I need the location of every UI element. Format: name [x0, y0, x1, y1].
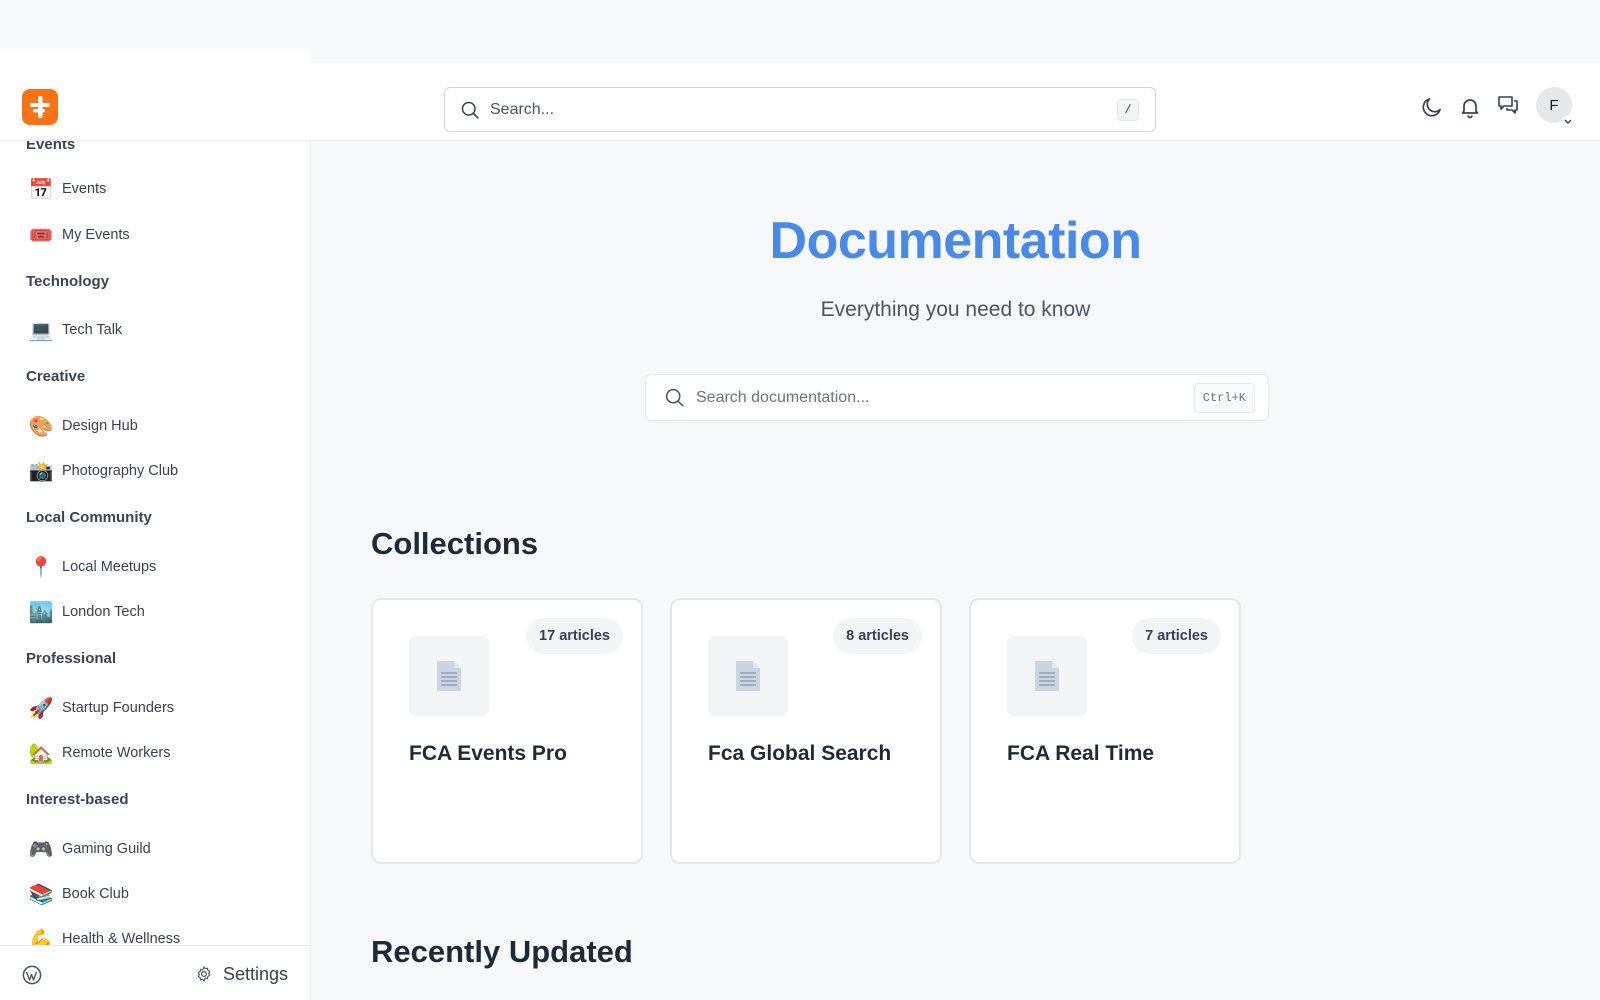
collection-title: FCA Events Pro [409, 742, 567, 765]
sidebar-item-tech-talk[interactable]: 💻 Tech Talk [26, 312, 296, 348]
sidebar-footer: Settings [0, 945, 311, 1000]
article-count-badge: 8 articles [833, 618, 922, 654]
books-icon: 📚 [28, 883, 54, 906]
collection-card[interactable]: 17 articles FCA Events Pro [371, 598, 643, 864]
document-icon [437, 661, 461, 691]
sidebar-item-label: Book Club [62, 886, 129, 902]
collection-title: FCA Real Time [1007, 742, 1155, 765]
sidebar-group-creative: Creative [26, 368, 86, 385]
chat-icon[interactable] [1496, 93, 1520, 117]
sidebar-item-label: Photography Club [62, 463, 179, 479]
search-icon [461, 101, 479, 119]
logo-icon [30, 96, 50, 118]
house-icon: 🏡 [28, 742, 54, 765]
collection-card[interactable]: 7 articles FCA Real Time [969, 598, 1241, 864]
sidebar-item-label: Remote Workers [62, 745, 171, 761]
sidebar-item-design-hub[interactable]: 🎨 Design Hub [26, 408, 296, 444]
global-search[interactable]: / [444, 87, 1156, 132]
document-tile [409, 636, 489, 716]
recently-updated-heading: Recently Updated [371, 934, 633, 969]
sidebar-item-london-tech[interactable]: 🏙️ London Tech [26, 594, 296, 630]
document-icon [1035, 661, 1059, 691]
bell-icon[interactable] [1458, 95, 1482, 119]
global-search-input[interactable] [490, 100, 1117, 119]
ticket-icon: 🎟️ [28, 224, 54, 247]
sidebar-top-cap [0, 49, 311, 63]
top-bar: / F [0, 0, 1600, 141]
sidebar-group-events: Events [26, 141, 76, 153]
sidebar-item-photography-club[interactable]: 📸 Photography Club [26, 453, 296, 489]
search-shortcut-key: / [1117, 98, 1139, 121]
collection-card[interactable]: 8 articles Fca Global Search [670, 598, 942, 864]
sidebar-group-technology: Technology [26, 273, 110, 290]
search-icon [665, 388, 684, 407]
sidebar-item-my-events[interactable]: 🎟️ My Events [26, 217, 296, 253]
laptop-icon: 💻 [28, 319, 54, 342]
collections-heading: Collections [371, 526, 539, 561]
document-icon [736, 661, 760, 691]
sidebar-item-label: Events [62, 181, 107, 197]
header: / F [0, 49, 1600, 141]
article-count-badge: 7 articles [1132, 618, 1221, 654]
city-icon: 🏙️ [28, 601, 54, 624]
pin-icon: 📍 [28, 556, 54, 579]
wordpress-icon[interactable] [22, 965, 42, 985]
sidebar-item-label: Design Hub [62, 418, 138, 434]
palette-icon: 🎨 [28, 415, 54, 438]
sidebar-item-label: Tech Talk [62, 322, 123, 338]
settings-button[interactable]: Settings [195, 960, 288, 988]
calendar-icon: 📅 [28, 178, 54, 201]
sidebar-item-label: Local Meetups [62, 559, 157, 575]
settings-label: Settings [223, 963, 289, 984]
moon-icon[interactable] [1420, 95, 1444, 119]
sidebar: Events 📅 Events 🎟️ My Events Technology … [0, 141, 311, 1000]
sidebar-item-label: My Events [62, 227, 130, 243]
document-tile [1007, 636, 1087, 716]
sidebar-item-local-meetups[interactable]: 📍 Local Meetups [26, 549, 296, 585]
documentation-search-input[interactable] [696, 388, 1194, 407]
documentation-search[interactable]: Ctrl+K [645, 374, 1269, 421]
app-logo[interactable] [22, 89, 58, 125]
sidebar-item-label: London Tech [62, 604, 145, 620]
sidebar-item-book-club[interactable]: 📚 Book Club [26, 876, 296, 912]
document-tile [708, 636, 788, 716]
chevron-down-icon[interactable] [1562, 115, 1574, 127]
sidebar-group-professional: Professional [26, 650, 117, 667]
sidebar-item-startup-founders[interactable]: 🚀 Startup Founders [26, 690, 296, 726]
sidebar-item-label: Gaming Guild [62, 841, 151, 857]
sidebar-item-remote-workers[interactable]: 🏡 Remote Workers [26, 735, 296, 771]
camera-icon: 📸 [28, 460, 54, 483]
search-shortcut-key: Ctrl+K [1193, 382, 1255, 413]
page-title: Documentation [769, 212, 1142, 270]
sidebar-group-local-community: Local Community [26, 509, 152, 526]
sidebar-item-gaming-guild[interactable]: 🎮 Gaming Guild [26, 831, 296, 867]
gamepad-icon: 🎮 [28, 838, 54, 861]
main-content: Documentation Everything you need to kno… [311, 141, 1600, 1000]
sidebar-item-events[interactable]: 📅 Events [26, 171, 296, 207]
article-count-badge: 17 articles [526, 618, 623, 654]
rocket-icon: 🚀 [28, 697, 54, 720]
collection-title: Fca Global Search [708, 742, 892, 765]
sidebar-item-label: Startup Founders [62, 700, 175, 716]
page-subtitle: Everything you need to know [820, 298, 1091, 321]
sidebar-group-interest-based: Interest-based [26, 791, 129, 808]
gear-icon [197, 966, 211, 982]
